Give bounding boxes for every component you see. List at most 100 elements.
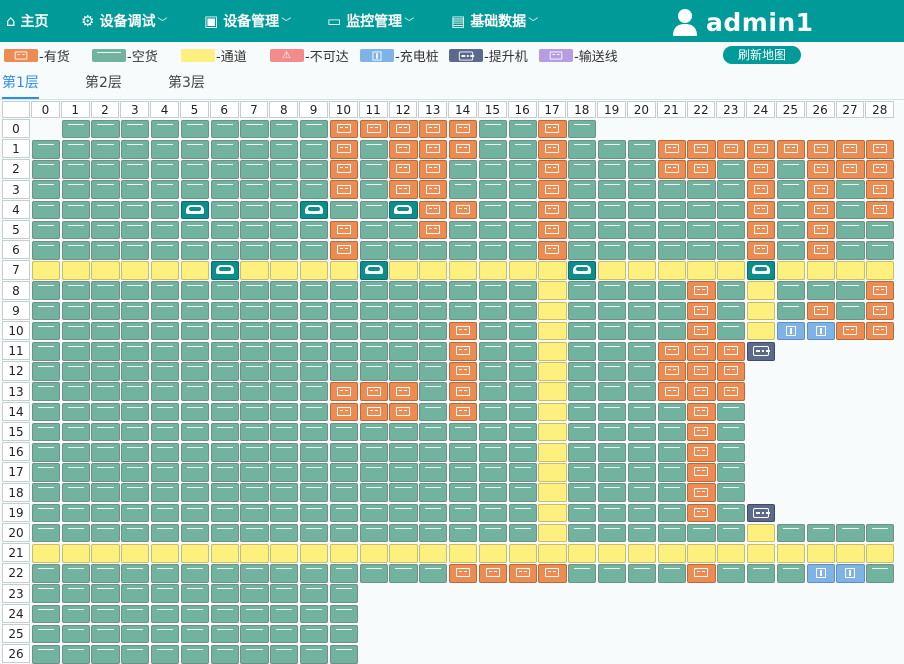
map-cell-robot[interactable] (210, 261, 239, 280)
map-cell-empty[interactable] (210, 483, 239, 503)
map-cell-empty[interactable] (568, 200, 597, 220)
map-cell-empty[interactable] (419, 523, 448, 543)
map-cell-empty[interactable] (478, 442, 508, 462)
map-cell-charge[interactable] (806, 321, 835, 341)
map-cell-empty[interactable] (866, 240, 895, 260)
map-cell-empty[interactable] (597, 463, 627, 482)
map-cell-aisle[interactable] (329, 543, 359, 563)
map-cell-empty[interactable] (61, 483, 90, 503)
map-cell-empty[interactable] (448, 463, 478, 482)
map-cell-aisle[interactable] (508, 261, 537, 280)
map-cell-empty[interactable] (210, 644, 239, 664)
map-cell-aisle[interactable] (538, 402, 567, 422)
map-cell-aisle[interactable] (150, 261, 180, 280)
map-cell-empty[interactable] (329, 584, 359, 604)
map-cell-empty[interactable] (299, 503, 329, 523)
map-cell-empty[interactable] (270, 180, 299, 200)
map-cell-goods[interactable] (687, 422, 716, 442)
map-cell-empty[interactable] (597, 503, 627, 523)
map-cell-empty[interactable] (568, 402, 597, 422)
map-cell-empty[interactable] (508, 341, 537, 361)
map-cell-empty[interactable] (61, 564, 90, 583)
map-cell-goods[interactable] (687, 463, 716, 482)
map-cell-empty[interactable] (478, 301, 508, 321)
map-cell-empty[interactable] (210, 281, 239, 301)
map-cell-aisle[interactable] (538, 483, 567, 503)
map-cell-empty[interactable] (389, 220, 418, 240)
map-cell-goods[interactable] (806, 139, 835, 159)
map-cell-goods[interactable] (717, 382, 746, 402)
map-cell-goods[interactable] (448, 362, 478, 381)
map-cell-goods[interactable] (419, 139, 448, 159)
map-cell-goods[interactable] (359, 119, 388, 139)
map-cell-empty[interactable] (568, 119, 597, 139)
map-cell-empty[interactable] (448, 483, 478, 503)
map-cell-empty[interactable] (121, 523, 150, 543)
map-cell-empty[interactable] (359, 483, 388, 503)
map-cell-aisle[interactable] (776, 543, 806, 563)
map-cell-empty[interactable] (359, 341, 388, 361)
map-cell-empty[interactable] (657, 463, 686, 482)
map-cell-empty[interactable] (31, 160, 61, 179)
map-cell-goods[interactable] (538, 180, 567, 200)
map-cell-empty[interactable] (180, 463, 210, 482)
map-cell-empty[interactable] (359, 220, 388, 240)
map-cell-empty[interactable] (180, 119, 210, 139)
map-cell-goods[interactable] (329, 119, 359, 139)
map-cell-empty[interactable] (508, 483, 537, 503)
map-cell-goods[interactable] (657, 160, 686, 179)
map-cell-goods[interactable] (806, 180, 835, 200)
map-cell-empty[interactable] (329, 483, 359, 503)
map-cell-empty[interactable] (329, 442, 359, 462)
map-cell-empty[interactable] (91, 604, 120, 624)
map-cell-aisle[interactable] (568, 543, 597, 563)
map-cell-empty[interactable] (31, 382, 61, 402)
map-cell-goods[interactable] (448, 402, 478, 422)
tab-floor-1[interactable]: 第1层 (2, 70, 39, 99)
map-cell-empty[interactable] (657, 180, 686, 200)
map-cell-empty[interactable] (91, 523, 120, 543)
map-cell-goods[interactable] (538, 139, 567, 159)
map-cell-empty[interactable] (240, 564, 269, 583)
map-cell-empty[interactable] (299, 584, 329, 604)
map-cell-empty[interactable] (121, 321, 150, 341)
map-cell-empty[interactable] (478, 341, 508, 361)
map-cell-empty[interactable] (359, 362, 388, 381)
map-cell-charge[interactable] (836, 564, 865, 583)
map-cell-empty[interactable] (210, 564, 239, 583)
map-cell-empty[interactable] (389, 442, 418, 462)
map-cell-empty[interactable] (270, 240, 299, 260)
map-cell-empty[interactable] (31, 200, 61, 220)
map-cell-empty[interactable] (657, 483, 686, 503)
map-cell-empty[interactable] (180, 180, 210, 200)
map-cell-empty[interactable] (210, 422, 239, 442)
map-cell-empty[interactable] (121, 382, 150, 402)
map-cell-empty[interactable] (31, 341, 61, 361)
map-cell-aisle[interactable] (240, 543, 269, 563)
map-cell-empty[interactable] (419, 362, 448, 381)
map-cell-aisle[interactable] (657, 261, 686, 280)
map-cell-empty[interactable] (91, 341, 120, 361)
map-cell-goods[interactable] (419, 200, 448, 220)
map-cell-empty[interactable] (180, 402, 210, 422)
map-cell-empty[interactable] (627, 362, 657, 381)
map-cell-empty[interactable] (121, 644, 150, 664)
map-cell-empty[interactable] (627, 402, 657, 422)
map-cell-aisle[interactable] (508, 543, 537, 563)
map-cell-empty[interactable] (478, 240, 508, 260)
map-cell-empty[interactable] (150, 160, 180, 179)
map-cell-aisle[interactable] (270, 261, 299, 280)
map-cell-aisle[interactable] (746, 281, 776, 301)
map-cell-aisle[interactable] (419, 261, 448, 280)
map-cell-empty[interactable] (240, 402, 269, 422)
map-cell-aisle[interactable] (210, 543, 239, 563)
map-cell-goods[interactable] (687, 483, 716, 503)
map-cell-empty[interactable] (31, 402, 61, 422)
map-cell-goods[interactable] (687, 402, 716, 422)
map-cell-empty[interactable] (389, 503, 418, 523)
map-cell-empty[interactable] (299, 180, 329, 200)
map-cell-empty[interactable] (389, 523, 418, 543)
map-cell-empty[interactable] (270, 200, 299, 220)
map-cell-empty[interactable] (270, 564, 299, 583)
map-cell-empty[interactable] (478, 483, 508, 503)
